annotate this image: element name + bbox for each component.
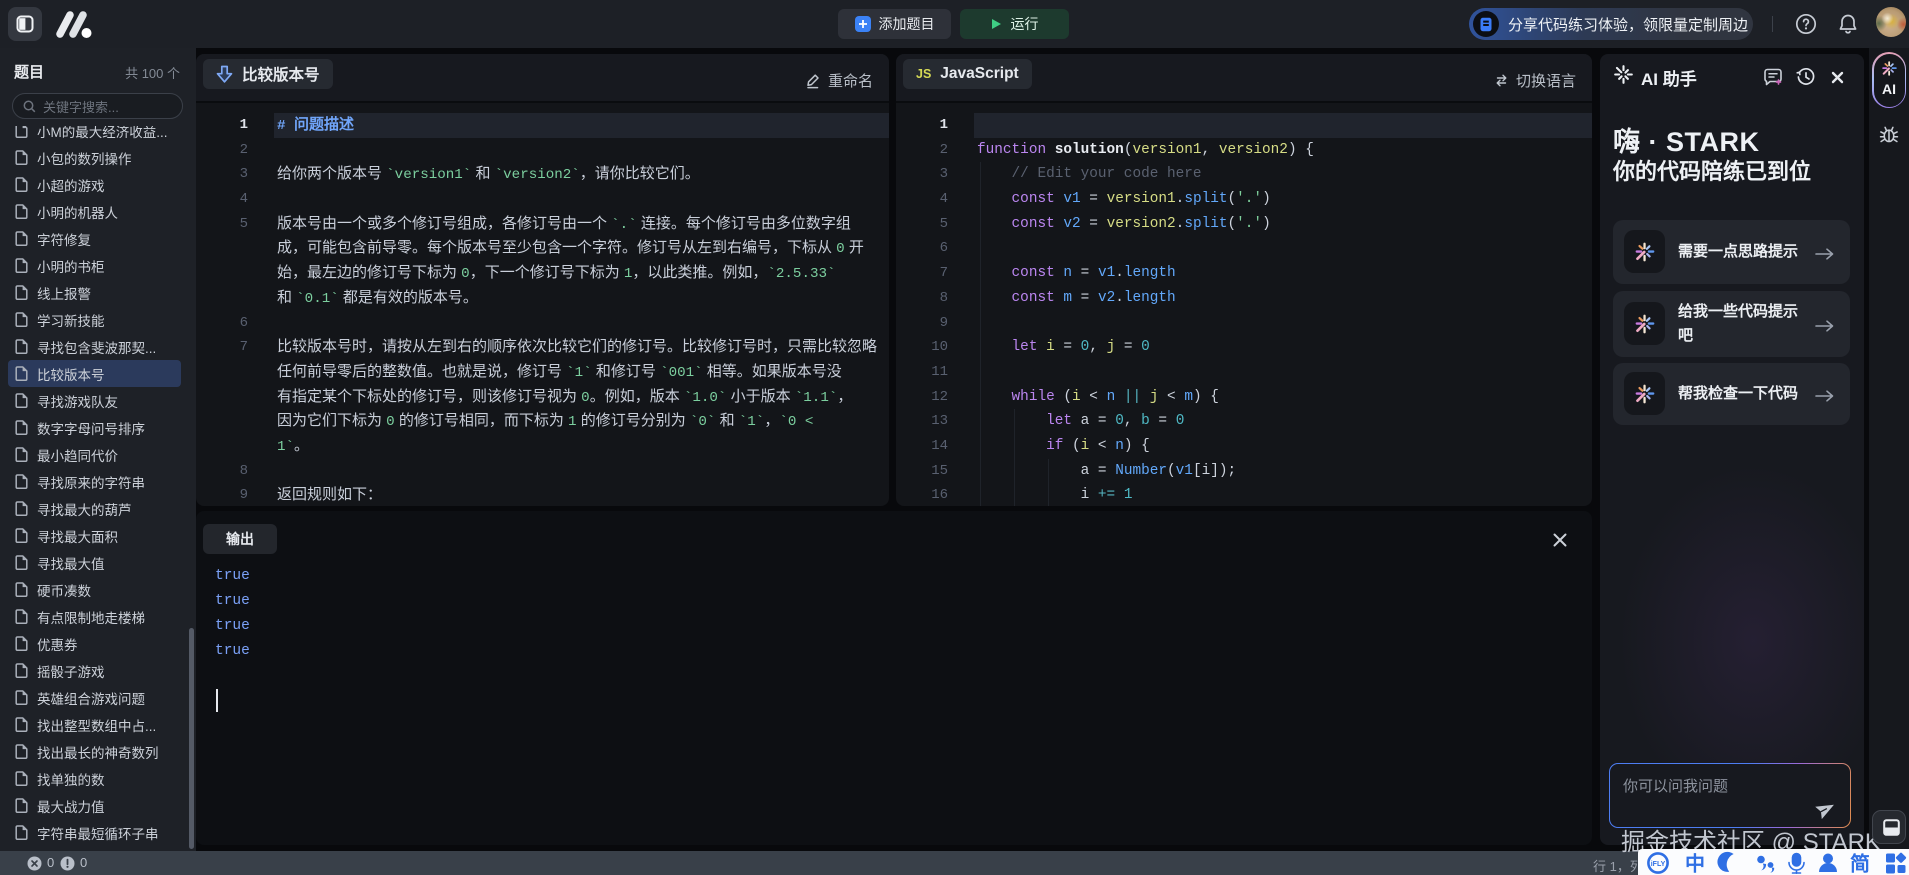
svg-text:中: 中 xyxy=(1685,852,1705,875)
svg-text:简: 简 xyxy=(1850,852,1870,875)
svg-text:iFLY: iFLY xyxy=(1651,861,1666,868)
